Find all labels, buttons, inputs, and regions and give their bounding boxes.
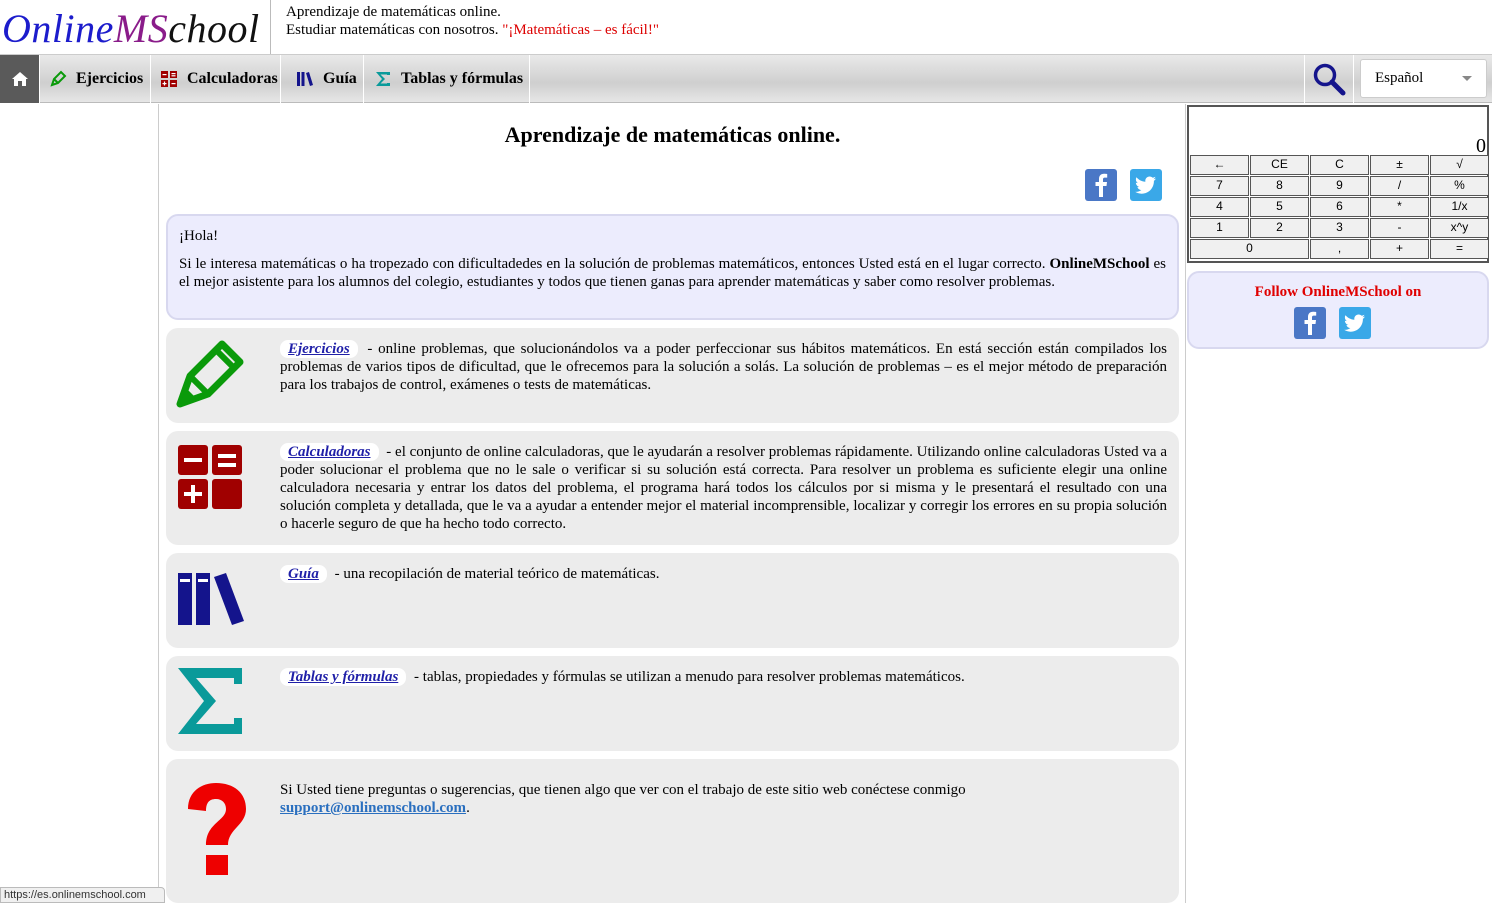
section-card-ejercicios: Ejercicios - online problemas, que soluc… <box>166 328 1179 423</box>
facebook-follow-button[interactable] <box>1294 307 1326 339</box>
nav-home-button[interactable] <box>0 55 40 103</box>
calc-key[interactable]: ± <box>1370 155 1429 175</box>
twitter-share-button[interactable] <box>1130 169 1162 201</box>
intro-text: Si le interesa matemáticas o ha tropezad… <box>179 256 1167 290</box>
books-icon <box>297 72 313 86</box>
contact-card: Si Usted tiene preguntas o sugerencias, … <box>166 759 1179 903</box>
calc-key[interactable]: , <box>1310 239 1369 259</box>
calc-key[interactable]: 5 <box>1250 197 1309 217</box>
calc-key[interactable]: + <box>1370 239 1429 259</box>
books-icon <box>178 573 244 625</box>
search-button[interactable] <box>1304 55 1354 103</box>
nav-item-ejercicios[interactable]: Ejercicios <box>41 55 151 103</box>
calc-key[interactable]: 0 <box>1190 239 1309 259</box>
chevron-down-icon <box>1462 76 1472 81</box>
link-calculadoras[interactable]: Calculadoras <box>280 443 379 461</box>
calc-key[interactable]: * <box>1370 197 1429 217</box>
site-tagline: Aprendizaje de matemáticas online. Estud… <box>286 3 659 39</box>
calc-key[interactable]: 9 <box>1310 176 1369 196</box>
contact-email-link[interactable]: support@onlinemschool.com <box>280 800 466 816</box>
search-icon <box>1313 63 1346 96</box>
twitter-follow-button[interactable] <box>1339 307 1371 339</box>
sigma-icon <box>376 72 390 86</box>
calculator-icon <box>178 445 242 509</box>
calc-key[interactable]: 2 <box>1250 218 1309 238</box>
nav-item-guia[interactable]: Guía <box>282 55 364 103</box>
site-logo[interactable]: OnlineMSchool <box>2 4 260 54</box>
calc-key[interactable]: x^y <box>1430 218 1489 238</box>
browser-status-bar: https://es.onlinemschool.com <box>0 887 165 903</box>
link-ejercicios[interactable]: Ejercicios <box>280 340 358 358</box>
section-card-guia: Guía - una recopilación de material teór… <box>166 553 1179 648</box>
calculator-keypad: ← CE C ± √ 7 8 9/% 4 5 6 * 1/x 1 2 3- x^y 0, + = <box>1189 155 1489 259</box>
card-text-ejercicios: - online problemas, que solucionándolos … <box>280 341 1167 393</box>
nav-item-tablas[interactable]: Tablas y fórmulas <box>365 55 530 103</box>
home-icon <box>11 72 28 86</box>
follow-title: Follow OnlineMSchool on <box>1254 284 1422 300</box>
main-content: Aprendizaje de matemáticas online. ¡Hola… <box>160 104 1185 903</box>
card-text-calculadoras: - el conjunto de online calculadoras, qu… <box>280 444 1168 532</box>
language-select[interactable]: Español <box>1360 59 1487 98</box>
link-guia[interactable]: Guía <box>280 565 327 583</box>
link-tablas[interactable]: Tablas y fórmulas <box>280 668 407 686</box>
calc-key[interactable]: C <box>1310 155 1369 175</box>
site-header: OnlineMSchool Aprendizaje de matemáticas… <box>0 0 1492 55</box>
nav-label-calculadoras: Calculadoras <box>187 70 278 87</box>
facebook-share-button[interactable] <box>1085 169 1117 201</box>
main-navigation: Ejercicios Calculadoras Guía Tablas y fó… <box>0 55 1492 103</box>
nav-label-ejercicios: Ejercicios <box>76 70 144 87</box>
nav-item-calculadoras[interactable]: Calculadoras <box>152 55 281 103</box>
calc-key[interactable]: 8 <box>1250 176 1309 196</box>
pencil-icon <box>50 70 67 87</box>
twitter-icon <box>1344 314 1365 332</box>
tagline-line-2: Estudiar matemáticas con nosotros. "¡Mat… <box>286 22 659 38</box>
calc-key[interactable]: 4 <box>1190 197 1249 217</box>
section-card-calculadoras: Calculadoras - el conjunto de online cal… <box>166 431 1179 545</box>
intro-brand: OnlineMSchool <box>1049 256 1150 272</box>
section-card-tablas: Tablas y fórmulas - tablas, propiedades … <box>166 656 1179 751</box>
right-column-divider <box>1185 104 1186 903</box>
header-divider <box>270 0 271 54</box>
calc-key[interactable]: 1/x <box>1430 197 1489 217</box>
calc-key[interactable]: ← <box>1190 155 1249 175</box>
intro-box: ¡Hola! Si le interesa matemáticas o ha t… <box>166 214 1179 320</box>
intro-greeting: ¡Hola! <box>179 228 219 244</box>
calc-key[interactable]: 7 <box>1190 176 1249 196</box>
facebook-icon <box>1304 311 1317 335</box>
calc-key[interactable]: - <box>1370 218 1429 238</box>
contact-text: Si Usted tiene preguntas o sugerencias, … <box>280 782 966 798</box>
language-selected: Español <box>1375 70 1424 86</box>
calc-key[interactable]: CE <box>1250 155 1309 175</box>
pencil-icon <box>176 340 244 408</box>
facebook-icon <box>1095 173 1108 197</box>
calc-key[interactable]: = <box>1430 239 1489 259</box>
page-title: Aprendizaje de matemáticas online. <box>504 122 841 147</box>
tagline-line-1: Aprendizaje de matemáticas online. <box>286 4 501 20</box>
twitter-icon <box>1135 176 1156 194</box>
calc-key[interactable]: 6 <box>1310 197 1369 217</box>
nav-label-guia: Guía <box>323 70 357 87</box>
card-text-tablas: - tablas, propiedades y fórmulas se util… <box>414 669 965 685</box>
card-text-guia: - una recopilación de material teórico d… <box>334 566 660 582</box>
calc-key[interactable]: √ <box>1430 155 1489 175</box>
tagline-slogan: "¡Matemáticas – es fácil!" <box>502 22 659 38</box>
calculator-icon <box>161 71 177 87</box>
nav-label-tablas: Tablas y fórmulas <box>401 70 524 87</box>
follow-box: Follow OnlineMSchool on <box>1187 271 1489 349</box>
calculator-widget: 0 ← CE C ± √ 7 8 9/% 4 5 6 * 1/x 1 2 3- x^y 0, + = <box>1187 105 1489 263</box>
calc-key[interactable]: % <box>1430 176 1489 196</box>
calc-key[interactable]: / <box>1370 176 1429 196</box>
calc-key[interactable]: 1 <box>1190 218 1249 238</box>
sigma-icon <box>178 668 242 734</box>
left-sidebar <box>0 104 159 903</box>
calc-key[interactable]: 3 <box>1310 218 1369 238</box>
calculator-display: 0 <box>1476 135 1486 157</box>
question-mark-icon <box>188 783 246 875</box>
